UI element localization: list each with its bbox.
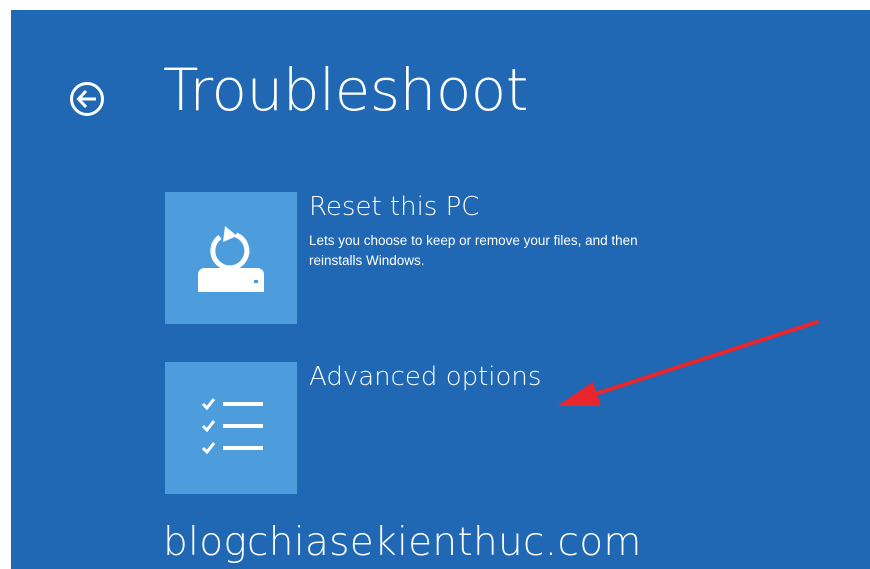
troubleshoot-screen: Troubleshoot Reset this PC Lets you choo… <box>11 10 870 569</box>
reset-pc-tile[interactable] <box>165 192 297 324</box>
page-title: Troubleshoot <box>163 56 529 124</box>
back-button[interactable] <box>69 81 105 117</box>
advanced-options-option[interactable]: Advanced options <box>165 362 585 496</box>
reset-this-pc-description: Lets you choose to keep or remove your f… <box>309 233 638 268</box>
reset-this-pc-option[interactable]: Reset this PC Lets you choose to keep or… <box>165 192 638 326</box>
advanced-options-title: Advanced options <box>309 362 542 392</box>
red-arrow-icon <box>541 310 831 424</box>
watermark: blogchiasekienthuc.com <box>163 520 642 565</box>
back-arrow-circle-icon <box>69 81 105 117</box>
advanced-options-tile[interactable] <box>165 362 297 494</box>
reset-this-pc-title: Reset this PC <box>309 192 480 222</box>
